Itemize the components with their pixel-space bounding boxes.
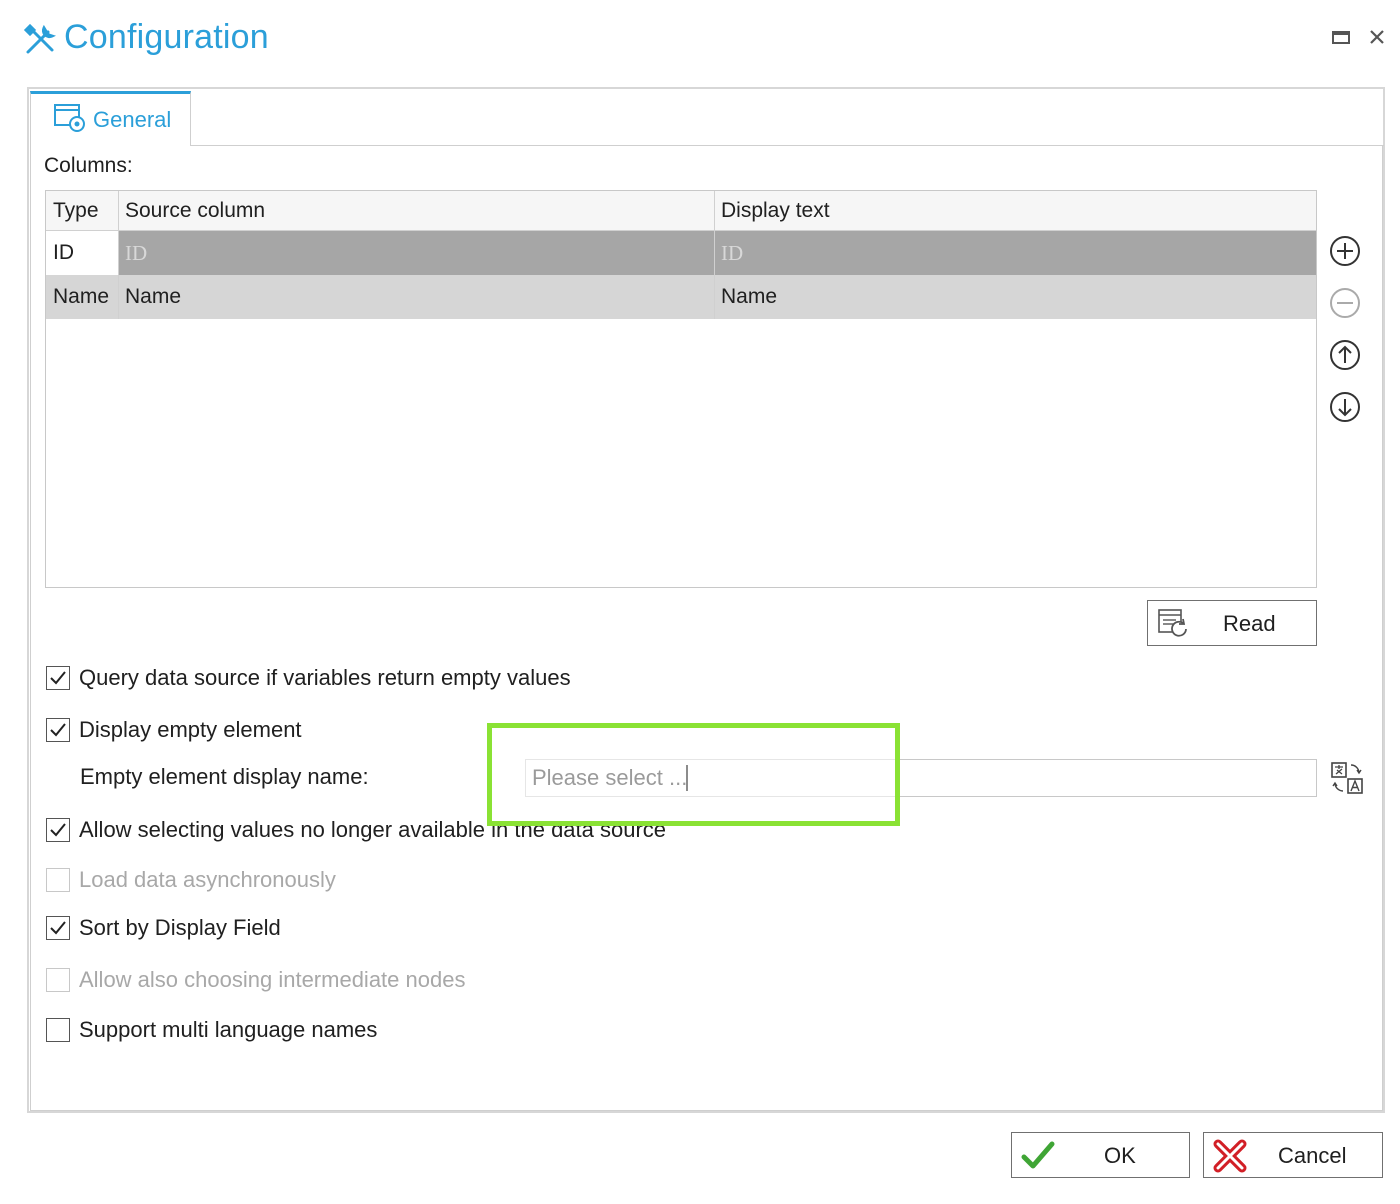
read-button-label: Read <box>1223 611 1276 636</box>
add-icon[interactable] <box>1328 234 1362 268</box>
checkbox-label: Display empty element <box>79 717 302 742</box>
translate-icon[interactable] <box>1329 760 1365 796</box>
cell-source-column[interactable]: Name <box>118 275 714 319</box>
checkbox-intermediate-nodes: Allow also choosing intermediate nodes <box>46 965 465 995</box>
tab-label: General <box>93 107 172 132</box>
cell-display-text[interactable]: ID <box>714 231 1316 275</box>
cancel-button-label: Cancel <box>1278 1143 1347 1168</box>
checkbox-label: Load data asynchronously <box>79 867 336 892</box>
checkbox-box[interactable] <box>46 818 70 842</box>
ok-button[interactable]: OK <box>1011 1132 1190 1178</box>
header-type[interactable]: Type <box>46 191 118 231</box>
cell-source-column[interactable]: ID <box>118 231 714 275</box>
table-row[interactable]: ID ID ID <box>46 231 1316 275</box>
column-divider <box>118 191 119 319</box>
move-down-icon[interactable] <box>1328 390 1362 424</box>
header-display-text[interactable]: Display text <box>714 191 1316 231</box>
table-row[interactable]: Name Name Name <box>46 275 1316 319</box>
checkbox-box[interactable] <box>46 916 70 940</box>
checkbox-label: Sort by Display Field <box>79 915 281 940</box>
header-source-column[interactable]: Source column <box>118 191 714 231</box>
cell-type: Name <box>53 285 110 308</box>
tools-icon <box>22 22 58 58</box>
checkbox-box <box>46 968 70 992</box>
checkbox-box <box>46 868 70 892</box>
checkbox-sort-by-display-field[interactable]: Sort by Display Field <box>46 913 281 943</box>
checkbox-query-data-source[interactable]: Query data source if variables return em… <box>46 663 571 693</box>
close-icon[interactable] <box>1362 22 1392 52</box>
remove-icon[interactable] <box>1328 286 1362 320</box>
cancel-x-icon <box>1212 1138 1248 1174</box>
tab-general[interactable]: General <box>30 91 191 146</box>
highlight-box <box>487 723 900 826</box>
checkbox-box[interactable] <box>46 666 70 690</box>
column-divider <box>714 191 715 319</box>
checkbox-display-empty-element[interactable]: Display empty element <box>46 715 302 745</box>
checkbox-load-async: Load data asynchronously <box>46 865 336 895</box>
checkbox-box[interactable] <box>46 718 70 742</box>
read-refresh-icon <box>1156 607 1190 641</box>
cancel-button[interactable]: Cancel <box>1203 1132 1383 1178</box>
checkbox-multi-language-names[interactable]: Support multi language names <box>46 1015 377 1045</box>
checkbox-label: Allow also choosing intermediate nodes <box>79 967 466 992</box>
move-up-icon[interactable] <box>1328 338 1362 372</box>
grid-header: Type Source column Display text <box>46 191 1316 231</box>
tab-strip-divider <box>190 145 1384 146</box>
cell-type: ID <box>46 231 118 275</box>
window-title: Configuration <box>64 18 269 56</box>
ok-button-label: OK <box>1104 1143 1136 1168</box>
columns-grid[interactable]: Type Source column Display text ID ID ID… <box>45 190 1317 588</box>
cell-display-text[interactable]: Name <box>714 275 1316 319</box>
settings-window-icon <box>53 102 87 139</box>
checkbox-box[interactable] <box>46 1018 70 1042</box>
checkmark-icon <box>1020 1138 1056 1174</box>
checkbox-label: Support multi language names <box>79 1017 378 1042</box>
maximize-icon[interactable] <box>1326 22 1356 52</box>
columns-label: Columns: <box>44 154 133 177</box>
read-button[interactable]: Read <box>1147 600 1317 646</box>
checkbox-label: Query data source if variables return em… <box>79 665 571 690</box>
empty-element-name-label: Empty element display name: <box>80 764 369 789</box>
